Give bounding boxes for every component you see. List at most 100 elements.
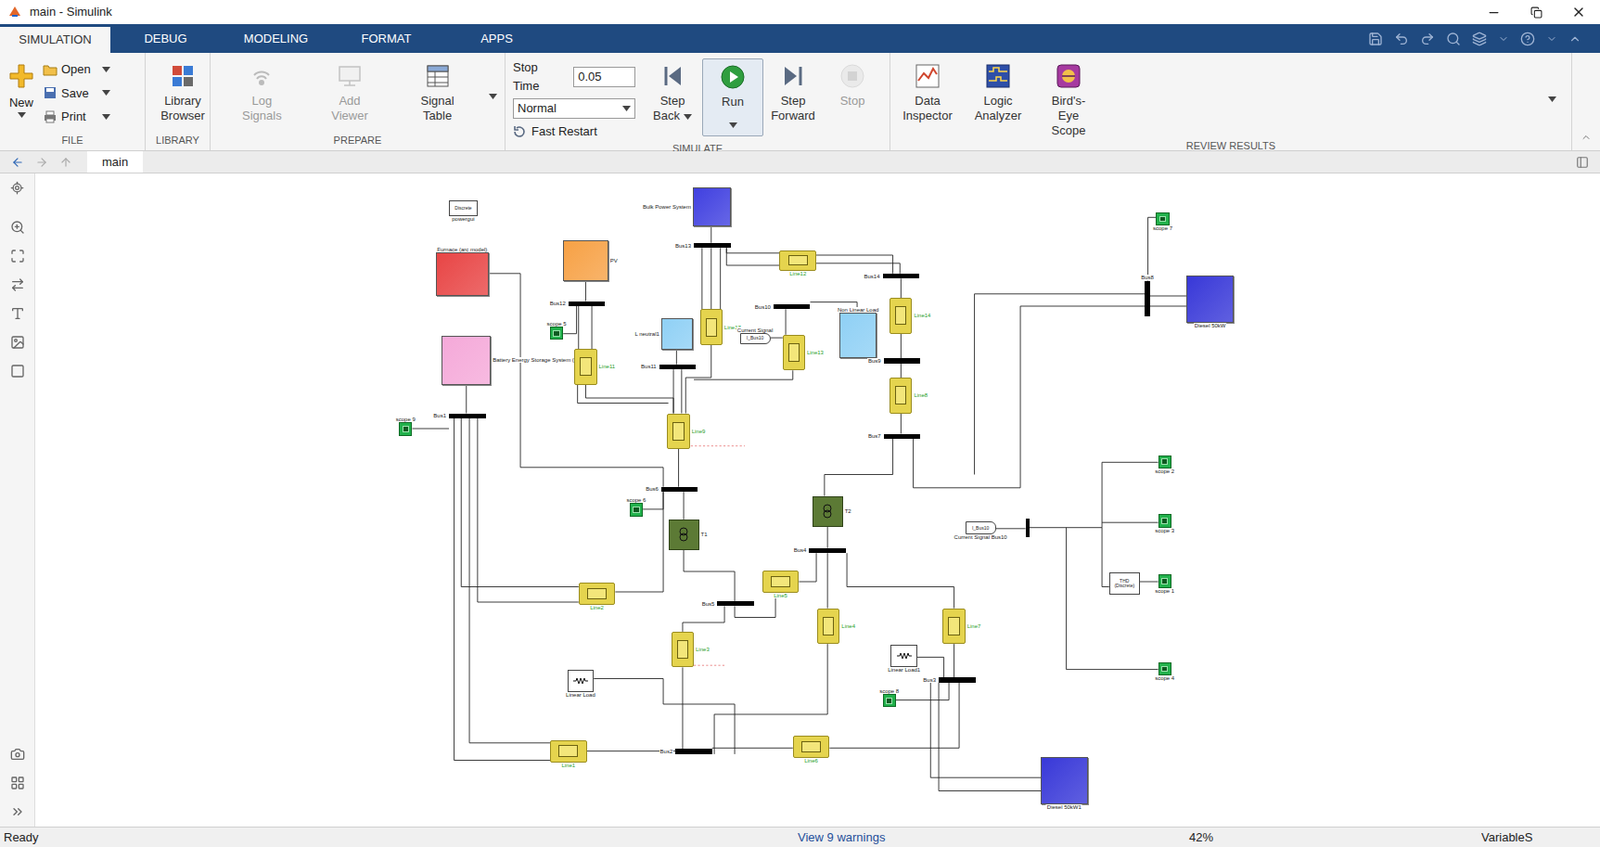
caret-icon[interactable] xyxy=(488,93,498,100)
thd-block[interactable]: THD (Discrete) xyxy=(1109,572,1140,595)
scope-block[interactable]: scope 6 xyxy=(629,502,643,516)
tag-block[interactable]: I_Bus10Current Signal Bus10 xyxy=(965,521,997,535)
back-icon[interactable] xyxy=(11,155,25,169)
bus-block[interactable]: Bus3 xyxy=(938,677,976,683)
up-icon[interactable] xyxy=(59,155,73,169)
scope-block[interactable]: scope 5 xyxy=(550,326,564,340)
close-button[interactable] xyxy=(1557,0,1600,25)
source-block[interactable]: Furnace (arc model) xyxy=(435,252,489,296)
image-icon[interactable] xyxy=(10,334,26,350)
bus-block[interactable]: Bus7 xyxy=(883,434,922,440)
bus-block[interactable]: Bus11 xyxy=(659,364,697,371)
annotation-icon[interactable] xyxy=(10,306,26,321)
search-icon[interactable] xyxy=(1446,31,1461,47)
stop-time-field[interactable]: 0.05 xyxy=(573,66,636,88)
ribbon-button[interactable]: Library Browser xyxy=(153,58,213,124)
line-block[interactable]: Line8 xyxy=(889,377,912,414)
layout-icon[interactable] xyxy=(10,775,26,791)
warnings-link[interactable]: View 9 warnings xyxy=(797,828,1190,847)
arrows-icon[interactable] xyxy=(10,277,26,293)
ribbon-button[interactable]: Bird's-Eye Scope xyxy=(1038,58,1099,139)
help-menu-icon[interactable] xyxy=(1546,33,1558,45)
file-menu-button[interactable]: Print xyxy=(42,107,111,127)
bus-block[interactable]: Bus14 xyxy=(883,273,921,280)
bus-block[interactable]: Bus8 xyxy=(1144,281,1151,318)
ribbon-button[interactable]: Step Back xyxy=(642,58,703,137)
line-block[interactable]: Line12 xyxy=(779,250,817,271)
more-icon[interactable] xyxy=(1497,33,1510,45)
bus-block[interactable]: Bus1 xyxy=(448,413,487,420)
line-block[interactable]: Line11 xyxy=(574,348,597,385)
bus-block[interactable]: Bus10 xyxy=(773,304,811,310)
bus-block[interactable]: Bus12 xyxy=(568,301,606,308)
new-button[interactable]: New xyxy=(7,58,36,118)
caret-icon[interactable] xyxy=(17,112,26,118)
powergui-block[interactable]: Discretepowergui xyxy=(448,200,478,218)
scope-block[interactable]: scope 1 xyxy=(1158,574,1172,588)
ribbon-tab[interactable]: MODELING xyxy=(220,24,332,53)
ribbon-button[interactable]: Signal Table xyxy=(408,58,468,124)
scope-block[interactable]: scope 4 xyxy=(1158,662,1172,676)
bus-block[interactable]: Bus13 xyxy=(693,243,731,249)
transformer-block[interactable]: T2 xyxy=(812,496,844,527)
ribbon-tab[interactable]: SIMULATION xyxy=(0,26,111,53)
solver-text[interactable]: VariableS xyxy=(1481,828,1600,847)
ribbon-button[interactable]: Run xyxy=(702,58,764,137)
redo-icon[interactable] xyxy=(1420,31,1435,47)
property-panel-icon[interactable] xyxy=(1575,155,1589,169)
line-block[interactable]: Line1 xyxy=(550,740,588,763)
source-block[interactable]: Diesel 50kW xyxy=(1186,275,1234,323)
caret-icon[interactable] xyxy=(729,122,738,128)
line-block[interactable]: Line17 xyxy=(700,308,723,346)
line-block[interactable]: Line14 xyxy=(889,297,912,334)
undo-icon[interactable] xyxy=(1394,31,1409,47)
forward-icon[interactable] xyxy=(35,155,49,169)
caret-icon[interactable] xyxy=(102,114,111,120)
model-tab[interactable]: main xyxy=(87,151,143,173)
fast-restart-button[interactable]: Fast Restart xyxy=(512,122,636,141)
ribbon-tab[interactable]: FORMAT xyxy=(331,24,442,53)
expand-icon[interactable] xyxy=(10,804,26,820)
line-block[interactable]: Line6 xyxy=(793,735,831,758)
bus-block[interactable]: Bus2 xyxy=(675,748,713,755)
ribbon-button[interactable]: Logic Analyzer xyxy=(968,58,1028,139)
mux-block[interactable] xyxy=(1025,518,1030,538)
zoom-icon[interactable] xyxy=(10,219,26,235)
line-block[interactable]: Line9 xyxy=(666,413,690,450)
load-block[interactable]: Linear Load1 xyxy=(890,644,918,667)
mode-select[interactable]: Normal xyxy=(512,98,636,119)
source-block[interactable]: PV xyxy=(563,240,608,282)
transformer-block[interactable]: T1 xyxy=(668,519,700,551)
scope-block[interactable]: scope 9 xyxy=(398,422,412,436)
scope-block[interactable]: scope 7 xyxy=(1155,212,1169,226)
restore-button[interactable] xyxy=(1514,0,1558,25)
model-canvas[interactable]: Discretepowergui Furnace (arc model) PV Bul… xyxy=(35,173,1600,827)
ribbon-tab[interactable]: DEBUG xyxy=(110,24,221,53)
caret-icon[interactable] xyxy=(622,105,631,112)
caret-icon[interactable] xyxy=(102,66,111,73)
bus-block[interactable]: Bus5 xyxy=(716,601,755,607)
ribbon-button[interactable]: Data Inspector xyxy=(897,58,958,139)
line-block[interactable]: Line2 xyxy=(578,582,616,605)
scope-block[interactable]: scope 8 xyxy=(883,693,896,707)
file-menu-button[interactable]: Open xyxy=(42,60,111,79)
collapse-icon[interactable] xyxy=(1568,32,1582,46)
source-block[interactable]: Battery Energy Storage System (BESS) xyxy=(441,335,491,385)
area-icon[interactable] xyxy=(10,363,26,379)
bus-block[interactable]: Bus6 xyxy=(661,486,699,493)
bus-block[interactable]: Bus9 xyxy=(883,358,922,364)
fit-view-icon[interactable] xyxy=(10,248,26,264)
line-block[interactable]: Line7 xyxy=(942,608,965,645)
bus-block[interactable]: Bus4 xyxy=(808,548,846,554)
minimize-button[interactable] xyxy=(1472,0,1515,25)
source-block[interactable]: Bulk Power System xyxy=(692,187,731,227)
minimize-ribbon-icon[interactable] xyxy=(1580,131,1592,143)
source-block[interactable]: Non Linear Load xyxy=(839,312,877,359)
scope-block[interactable]: scope 2 xyxy=(1158,455,1172,469)
scope-block[interactable]: scope 3 xyxy=(1158,513,1172,527)
layers-icon[interactable] xyxy=(1472,31,1487,47)
line-block[interactable]: Line5 xyxy=(762,570,800,593)
source-block[interactable]: Diesel 50kW1 xyxy=(1040,756,1088,805)
line-block[interactable]: Line4 xyxy=(817,608,840,645)
file-menu-button[interactable]: Save xyxy=(42,84,111,103)
